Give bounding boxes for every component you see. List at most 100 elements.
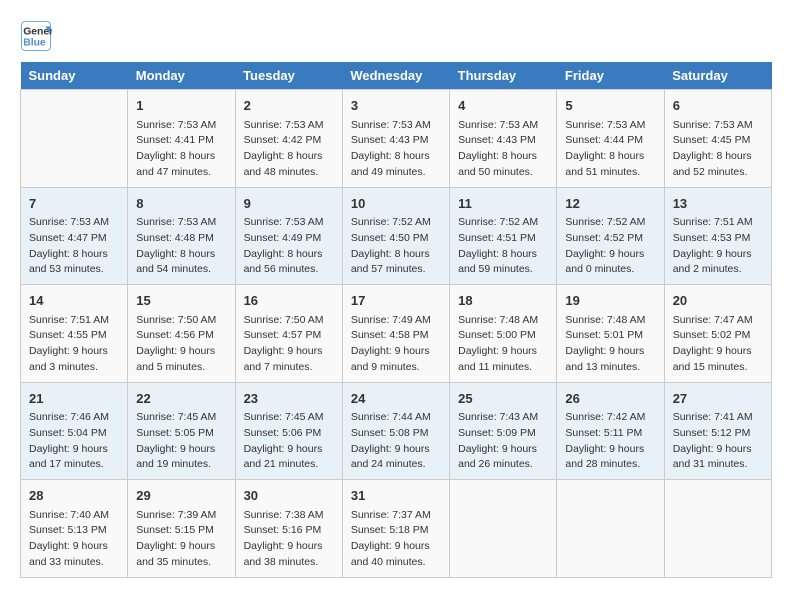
day-info: Sunrise: 7:52 AM Sunset: 4:52 PM Dayligh… [565, 215, 655, 278]
calendar-cell: 1Sunrise: 7:53 AM Sunset: 4:41 PM Daylig… [128, 90, 235, 188]
day-info: Sunrise: 7:48 AM Sunset: 5:00 PM Dayligh… [458, 313, 548, 376]
day-number: 1 [136, 96, 226, 116]
calendar-week-row: 14Sunrise: 7:51 AM Sunset: 4:55 PM Dayli… [21, 285, 772, 383]
header-saturday: Saturday [664, 62, 771, 90]
calendar-cell: 23Sunrise: 7:45 AM Sunset: 5:06 PM Dayli… [235, 382, 342, 480]
day-info: Sunrise: 7:53 AM Sunset: 4:44 PM Dayligh… [565, 118, 655, 181]
calendar-cell: 2Sunrise: 7:53 AM Sunset: 4:42 PM Daylig… [235, 90, 342, 188]
day-info: Sunrise: 7:53 AM Sunset: 4:41 PM Dayligh… [136, 118, 226, 181]
page-header: General Blue [20, 20, 772, 52]
day-number: 28 [29, 486, 119, 506]
day-info: Sunrise: 7:53 AM Sunset: 4:48 PM Dayligh… [136, 215, 226, 278]
calendar-cell: 20Sunrise: 7:47 AM Sunset: 5:02 PM Dayli… [664, 285, 771, 383]
day-number: 31 [351, 486, 441, 506]
logo-icon: General Blue [20, 20, 52, 52]
calendar-cell: 21Sunrise: 7:46 AM Sunset: 5:04 PM Dayli… [21, 382, 128, 480]
day-number: 23 [244, 389, 334, 409]
day-number: 22 [136, 389, 226, 409]
calendar-cell: 30Sunrise: 7:38 AM Sunset: 5:16 PM Dayli… [235, 480, 342, 578]
day-number: 10 [351, 194, 441, 214]
calendar-cell: 6Sunrise: 7:53 AM Sunset: 4:45 PM Daylig… [664, 90, 771, 188]
calendar-cell: 16Sunrise: 7:50 AM Sunset: 4:57 PM Dayli… [235, 285, 342, 383]
calendar-cell: 31Sunrise: 7:37 AM Sunset: 5:18 PM Dayli… [342, 480, 449, 578]
day-number: 12 [565, 194, 655, 214]
day-info: Sunrise: 7:39 AM Sunset: 5:15 PM Dayligh… [136, 508, 226, 571]
header-wednesday: Wednesday [342, 62, 449, 90]
day-number: 9 [244, 194, 334, 214]
day-info: Sunrise: 7:49 AM Sunset: 4:58 PM Dayligh… [351, 313, 441, 376]
svg-text:Blue: Blue [23, 38, 46, 49]
calendar-cell: 22Sunrise: 7:45 AM Sunset: 5:05 PM Dayli… [128, 382, 235, 480]
calendar-cell: 11Sunrise: 7:52 AM Sunset: 4:51 PM Dayli… [450, 187, 557, 285]
day-info: Sunrise: 7:52 AM Sunset: 4:50 PM Dayligh… [351, 215, 441, 278]
day-info: Sunrise: 7:50 AM Sunset: 4:57 PM Dayligh… [244, 313, 334, 376]
calendar-cell [557, 480, 664, 578]
day-info: Sunrise: 7:45 AM Sunset: 5:05 PM Dayligh… [136, 410, 226, 473]
day-number: 18 [458, 291, 548, 311]
day-info: Sunrise: 7:53 AM Sunset: 4:45 PM Dayligh… [673, 118, 763, 181]
calendar-week-row: 21Sunrise: 7:46 AM Sunset: 5:04 PM Dayli… [21, 382, 772, 480]
day-number: 4 [458, 96, 548, 116]
day-info: Sunrise: 7:45 AM Sunset: 5:06 PM Dayligh… [244, 410, 334, 473]
day-info: Sunrise: 7:53 AM Sunset: 4:43 PM Dayligh… [351, 118, 441, 181]
calendar-cell: 24Sunrise: 7:44 AM Sunset: 5:08 PM Dayli… [342, 382, 449, 480]
day-info: Sunrise: 7:47 AM Sunset: 5:02 PM Dayligh… [673, 313, 763, 376]
day-number: 20 [673, 291, 763, 311]
day-number: 6 [673, 96, 763, 116]
calendar-cell: 8Sunrise: 7:53 AM Sunset: 4:48 PM Daylig… [128, 187, 235, 285]
day-number: 21 [29, 389, 119, 409]
header-thursday: Thursday [450, 62, 557, 90]
calendar-cell: 17Sunrise: 7:49 AM Sunset: 4:58 PM Dayli… [342, 285, 449, 383]
day-info: Sunrise: 7:52 AM Sunset: 4:51 PM Dayligh… [458, 215, 548, 278]
day-info: Sunrise: 7:53 AM Sunset: 4:47 PM Dayligh… [29, 215, 119, 278]
calendar-table: SundayMondayTuesdayWednesdayThursdayFrid… [20, 62, 772, 578]
day-number: 8 [136, 194, 226, 214]
day-number: 16 [244, 291, 334, 311]
day-number: 14 [29, 291, 119, 311]
calendar-cell: 15Sunrise: 7:50 AM Sunset: 4:56 PM Dayli… [128, 285, 235, 383]
day-info: Sunrise: 7:48 AM Sunset: 5:01 PM Dayligh… [565, 313, 655, 376]
calendar-cell: 4Sunrise: 7:53 AM Sunset: 4:43 PM Daylig… [450, 90, 557, 188]
day-number: 7 [29, 194, 119, 214]
day-number: 13 [673, 194, 763, 214]
day-info: Sunrise: 7:53 AM Sunset: 4:43 PM Dayligh… [458, 118, 548, 181]
calendar-cell: 26Sunrise: 7:42 AM Sunset: 5:11 PM Dayli… [557, 382, 664, 480]
day-number: 3 [351, 96, 441, 116]
day-number: 5 [565, 96, 655, 116]
calendar-cell: 28Sunrise: 7:40 AM Sunset: 5:13 PM Dayli… [21, 480, 128, 578]
day-info: Sunrise: 7:43 AM Sunset: 5:09 PM Dayligh… [458, 410, 548, 473]
day-number: 27 [673, 389, 763, 409]
day-info: Sunrise: 7:50 AM Sunset: 4:56 PM Dayligh… [136, 313, 226, 376]
day-number: 24 [351, 389, 441, 409]
calendar-cell: 19Sunrise: 7:48 AM Sunset: 5:01 PM Dayli… [557, 285, 664, 383]
day-info: Sunrise: 7:40 AM Sunset: 5:13 PM Dayligh… [29, 508, 119, 571]
day-number: 25 [458, 389, 548, 409]
day-info: Sunrise: 7:42 AM Sunset: 5:11 PM Dayligh… [565, 410, 655, 473]
calendar-cell: 12Sunrise: 7:52 AM Sunset: 4:52 PM Dayli… [557, 187, 664, 285]
day-number: 26 [565, 389, 655, 409]
header-friday: Friday [557, 62, 664, 90]
calendar-cell: 10Sunrise: 7:52 AM Sunset: 4:50 PM Dayli… [342, 187, 449, 285]
day-number: 19 [565, 291, 655, 311]
calendar-week-row: 28Sunrise: 7:40 AM Sunset: 5:13 PM Dayli… [21, 480, 772, 578]
calendar-cell: 29Sunrise: 7:39 AM Sunset: 5:15 PM Dayli… [128, 480, 235, 578]
day-number: 17 [351, 291, 441, 311]
day-info: Sunrise: 7:53 AM Sunset: 4:49 PM Dayligh… [244, 215, 334, 278]
day-info: Sunrise: 7:53 AM Sunset: 4:42 PM Dayligh… [244, 118, 334, 181]
logo: General Blue [20, 20, 52, 52]
day-info: Sunrise: 7:51 AM Sunset: 4:55 PM Dayligh… [29, 313, 119, 376]
day-info: Sunrise: 7:38 AM Sunset: 5:16 PM Dayligh… [244, 508, 334, 571]
calendar-cell [21, 90, 128, 188]
calendar-header-row: SundayMondayTuesdayWednesdayThursdayFrid… [21, 62, 772, 90]
header-sunday: Sunday [21, 62, 128, 90]
day-number: 2 [244, 96, 334, 116]
calendar-cell [450, 480, 557, 578]
day-info: Sunrise: 7:37 AM Sunset: 5:18 PM Dayligh… [351, 508, 441, 571]
day-info: Sunrise: 7:51 AM Sunset: 4:53 PM Dayligh… [673, 215, 763, 278]
calendar-week-row: 7Sunrise: 7:53 AM Sunset: 4:47 PM Daylig… [21, 187, 772, 285]
calendar-cell: 3Sunrise: 7:53 AM Sunset: 4:43 PM Daylig… [342, 90, 449, 188]
calendar-cell: 5Sunrise: 7:53 AM Sunset: 4:44 PM Daylig… [557, 90, 664, 188]
day-number: 11 [458, 194, 548, 214]
header-monday: Monday [128, 62, 235, 90]
day-info: Sunrise: 7:41 AM Sunset: 5:12 PM Dayligh… [673, 410, 763, 473]
